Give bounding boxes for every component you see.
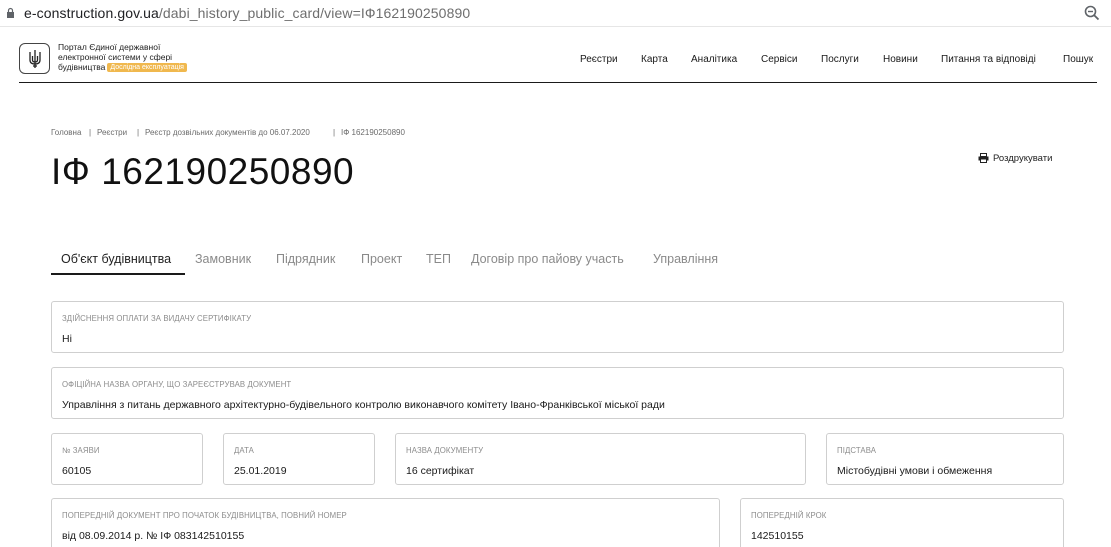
field-label: Назва документу [406,446,484,455]
print-label: Роздрукувати [993,152,1053,164]
field-label: Попередній крок [751,511,827,520]
nav-item-news[interactable]: Новини [883,54,918,66]
printer-icon [978,153,989,163]
field-previous-step: Попередній крок 142510155 [740,498,1064,547]
breadcrumb-registry[interactable]: Реєстр дозвільних документів до 06.07.20… [145,128,310,138]
nav-item-services[interactable]: Сервіси [761,54,797,66]
trident-icon [28,49,41,68]
field-previous-document: Попередній документ про початок будівниц… [51,498,720,547]
nav-item-search[interactable]: Пошук [1063,54,1093,66]
beta-badge: Дослідна експлуатація [107,63,187,72]
nav-item-registers[interactable]: Реєстри [580,54,618,66]
tab-management[interactable]: Управління [653,252,718,267]
field-label: Дата [234,446,254,455]
field-value: 142510155 [751,530,804,542]
tab-contractor[interactable]: Підрядник [276,252,335,267]
print-button[interactable]: Роздрукувати [978,152,1052,164]
header-divider [19,82,1097,83]
page-title: ІФ 162190250890 [51,151,355,192]
field-value: від 08.09.2014 р. № ІФ 083142510155 [62,530,245,542]
browser-address-bar: e-construction.gov.ua/dabi_history_publi… [0,0,1111,27]
url-domain: e-construction.gov.ua [24,5,159,21]
url-field[interactable]: e-construction.gov.ua/dabi_history_publi… [24,4,470,22]
field-authority: Офіційна назва органу, що зареєстрував д… [51,367,1064,419]
field-payment: Здійснення оплати за видачу сертифікату … [51,301,1064,353]
tab-construction-object[interactable]: Об'єкт будівництва [61,252,171,267]
breadcrumb-separator: | [89,128,92,137]
portal-name: Портал Єдиної державної електронної сист… [58,42,208,72]
breadcrumb-registers[interactable]: Реєстри [97,128,127,138]
breadcrumb-separator: | [137,128,140,137]
breadcrumb-separator: | [333,128,336,137]
field-value: 25.01.2019 [234,465,287,477]
field-label: Здійснення оплати за видачу сертифікату [62,314,252,323]
tab-tep[interactable]: ТЕП [426,252,451,267]
breadcrumb-home[interactable]: Головна [51,128,81,138]
nav-item-analytics[interactable]: Аналітика [691,54,737,66]
active-tab-indicator [51,273,185,275]
field-label: Підстава [837,446,877,455]
field-basis: Підстава Містобудівні умови і обмеження [826,433,1064,485]
lock-icon [7,7,14,18]
nav-item-map[interactable]: Карта [641,54,668,66]
breadcrumb-current: ІФ 162190250890 [341,128,405,137]
field-label: Попередній документ про початок будівниц… [62,511,347,520]
zoom-icon[interactable] [1083,4,1101,22]
field-date: Дата 25.01.2019 [223,433,375,485]
field-value: Ні [62,333,72,345]
site-header: Портал Єдиної державної електронної сист… [0,27,1111,85]
tab-customer[interactable]: Замовник [195,252,251,267]
field-value: 60105 [62,465,92,477]
tab-project[interactable]: Проект [361,252,402,267]
field-value: 16 сертифікат [406,465,475,477]
field-label: Офіційна назва органу, що зареєстрував д… [62,380,292,389]
nav-item-faq[interactable]: Питання та відповіді [941,54,1036,66]
field-document-name: Назва документу 16 сертифікат [395,433,806,485]
url-path: /dabi_history_public_card/view=ІФ1621902… [158,5,471,21]
field-label: № заяви [62,446,100,455]
trident-logo[interactable] [19,43,50,74]
tab-share-agreement[interactable]: Договір про пайову участь [471,252,624,267]
field-value: Містобудівні умови і обмеження [837,465,993,477]
field-application-no: № заяви 60105 [51,433,203,485]
nav-item-offerings[interactable]: Послуги [821,54,859,66]
field-value: Управління з питань державного архітекту… [62,399,665,411]
